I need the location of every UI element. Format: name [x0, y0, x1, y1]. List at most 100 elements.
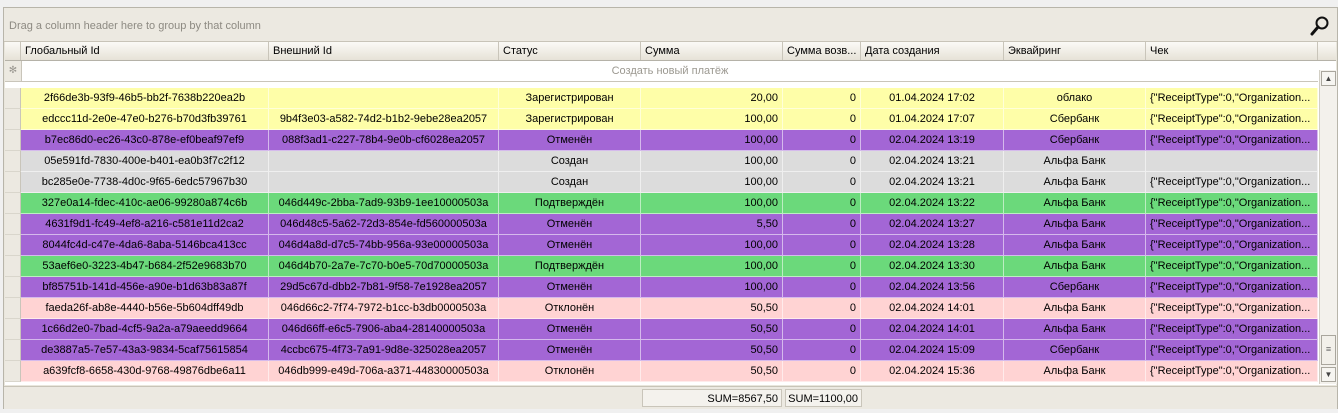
table-row[interactable]: bf85751b-141d-456e-a90e-b1d63b83a87f 29d5…: [5, 277, 1318, 298]
cell-created-date[interactable]: 02.04.2024 13:28: [861, 235, 1004, 256]
cell-global-id[interactable]: 327e0a14-fdec-410c-ae06-99280a874c6b: [21, 193, 269, 214]
cell-status[interactable]: Отменён: [499, 214, 641, 235]
column-header-refund-amount[interactable]: Сумма возв...: [783, 42, 861, 60]
cell-status[interactable]: Создан: [499, 151, 641, 172]
cell-amount[interactable]: 50,50: [641, 298, 783, 319]
cell-external-id[interactable]: 046d4b70-2a7e-7c70-b0e5-70d70000503a: [269, 256, 499, 277]
row-indicator[interactable]: [5, 88, 21, 109]
cell-acquiring[interactable]: Альфа Банк: [1004, 319, 1146, 340]
cell-receipt[interactable]: {"ReceiptType":0,"Organization...: [1146, 172, 1318, 193]
cell-acquiring[interactable]: Сбербанк: [1004, 130, 1146, 151]
cell-status[interactable]: Зарегистрирован: [499, 109, 641, 130]
row-indicator[interactable]: [5, 340, 21, 361]
cell-refund-amount[interactable]: 0: [783, 172, 861, 193]
cell-status[interactable]: Отменён: [499, 340, 641, 361]
cell-refund-amount[interactable]: 0: [783, 109, 861, 130]
cell-acquiring[interactable]: Альфа Банк: [1004, 172, 1146, 193]
table-row[interactable]: bc285e0e-7738-4d0c-9f65-6edc57967b30 Созд…: [5, 172, 1318, 193]
cell-status[interactable]: Отменён: [499, 319, 641, 340]
cell-refund-amount[interactable]: 0: [783, 277, 861, 298]
cell-acquiring[interactable]: Сбербанк: [1004, 340, 1146, 361]
search-icon[interactable]: [1309, 15, 1331, 37]
row-indicator[interactable]: [5, 151, 21, 172]
cell-global-id[interactable]: edccc11d-2e0e-47e0-b276-b70d3fb39761: [21, 109, 269, 130]
row-indicator[interactable]: [5, 235, 21, 256]
cell-amount[interactable]: 100,00: [641, 193, 783, 214]
cell-receipt[interactable]: {"ReceiptType":0,"Organization...: [1146, 214, 1318, 235]
cell-global-id[interactable]: 8044fc4d-c47e-4da6-8aba-5146bca413cc: [21, 235, 269, 256]
cell-receipt[interactable]: {"ReceiptType":0,"Organization...: [1146, 319, 1318, 340]
cell-created-date[interactable]: 02.04.2024 13:56: [861, 277, 1004, 298]
column-header-status[interactable]: Статус: [499, 42, 641, 60]
cell-acquiring[interactable]: Альфа Банк: [1004, 151, 1146, 172]
cell-refund-amount[interactable]: 0: [783, 235, 861, 256]
cell-acquiring[interactable]: облако: [1004, 88, 1146, 109]
cell-created-date[interactable]: 01.04.2024 17:02: [861, 88, 1004, 109]
cell-acquiring[interactable]: Сбербанк: [1004, 277, 1146, 298]
cell-global-id[interactable]: 05e591fd-7830-400e-b401-ea0b3f7c2f12: [21, 151, 269, 172]
new-payment-placeholder[interactable]: Создать новый платёж: [22, 61, 1318, 81]
row-indicator[interactable]: [5, 109, 21, 130]
cell-status[interactable]: Подтверждён: [499, 193, 641, 214]
cell-acquiring[interactable]: Альфа Банк: [1004, 214, 1146, 235]
cell-receipt[interactable]: {"ReceiptType":0,"Organization...: [1146, 277, 1318, 298]
cell-created-date[interactable]: 02.04.2024 15:09: [861, 340, 1004, 361]
cell-global-id[interactable]: de3887a5-7e57-43a3-9834-5caf75615854: [21, 340, 269, 361]
column-header-amount[interactable]: Сумма: [641, 42, 783, 60]
column-header-external-id[interactable]: Внешний Id: [269, 42, 499, 60]
cell-status[interactable]: Отклонён: [499, 298, 641, 319]
table-row[interactable]: 1c66d2e0-7bad-4cf5-9a2a-a79aeedd9664 046d…: [5, 319, 1318, 340]
column-header-global-id[interactable]: Глобальный Id: [21, 42, 269, 60]
cell-acquiring[interactable]: Альфа Банк: [1004, 298, 1146, 319]
row-indicator[interactable]: [5, 172, 21, 193]
cell-global-id[interactable]: 53aef6e0-3223-4b47-b684-2f52e9683b70: [21, 256, 269, 277]
cell-status[interactable]: Отменён: [499, 235, 641, 256]
cell-refund-amount[interactable]: 0: [783, 319, 861, 340]
scroll-down-icon[interactable]: ▼: [1321, 367, 1336, 382]
cell-receipt[interactable]: [1146, 151, 1318, 172]
cell-refund-amount[interactable]: 0: [783, 88, 861, 109]
row-indicator[interactable]: [5, 277, 21, 298]
row-indicator[interactable]: [5, 319, 21, 340]
cell-external-id[interactable]: 046d4a8d-d7c5-74bb-956a-93e00000503a: [269, 235, 499, 256]
cell-status[interactable]: Подтверждён: [499, 256, 641, 277]
cell-created-date[interactable]: 02.04.2024 13:21: [861, 151, 1004, 172]
cell-acquiring[interactable]: Альфа Банк: [1004, 193, 1146, 214]
cell-global-id[interactable]: bf85751b-141d-456e-a90e-b1d63b83a87f: [21, 277, 269, 298]
cell-refund-amount[interactable]: 0: [783, 361, 861, 382]
cell-created-date[interactable]: 02.04.2024 13:22: [861, 193, 1004, 214]
table-row[interactable]: b7ec86d0-ec26-43c0-878e-ef0beaf97ef9 088f…: [5, 130, 1318, 151]
cell-external-id[interactable]: 046db999-e49d-706a-a371-44830000503a: [269, 361, 499, 382]
cell-amount[interactable]: 100,00: [641, 130, 783, 151]
row-indicator[interactable]: [5, 130, 21, 151]
cell-refund-amount[interactable]: 0: [783, 130, 861, 151]
cell-external-id[interactable]: 4ccbc675-4f73-7a91-9d8e-325028ea2057: [269, 340, 499, 361]
cell-receipt[interactable]: {"ReceiptType":0,"Organization...: [1146, 235, 1318, 256]
table-row[interactable]: 4631f9d1-fc49-4ef8-a216-c581e11d2ca2 046d…: [5, 214, 1318, 235]
cell-global-id[interactable]: 4631f9d1-fc49-4ef8-a216-c581e11d2ca2: [21, 214, 269, 235]
column-header-receipt[interactable]: Чек: [1146, 42, 1318, 60]
cell-acquiring[interactable]: Альфа Банк: [1004, 361, 1146, 382]
cell-global-id[interactable]: 2f66de3b-93f9-46b5-bb2f-7638b220ea2b: [21, 88, 269, 109]
cell-acquiring[interactable]: Альфа Банк: [1004, 256, 1146, 277]
cell-refund-amount[interactable]: 0: [783, 193, 861, 214]
cell-external-id[interactable]: [269, 172, 499, 193]
cell-status[interactable]: Зарегистрирован: [499, 88, 641, 109]
cell-refund-amount[interactable]: 0: [783, 214, 861, 235]
cell-status[interactable]: Отклонён: [499, 361, 641, 382]
table-row[interactable]: de3887a5-7e57-43a3-9834-5caf75615854 4ccb…: [5, 340, 1318, 361]
table-row[interactable]: 53aef6e0-3223-4b47-b684-2f52e9683b70 046d…: [5, 256, 1318, 277]
cell-global-id[interactable]: 1c66d2e0-7bad-4cf5-9a2a-a79aeedd9664: [21, 319, 269, 340]
table-row[interactable]: edccc11d-2e0e-47e0-b276-b70d3fb39761 9b4f…: [5, 109, 1318, 130]
cell-created-date[interactable]: 02.04.2024 15:36: [861, 361, 1004, 382]
table-row[interactable]: faeda26f-ab8e-4440-b56e-5b604dff49db 046d…: [5, 298, 1318, 319]
cell-external-id[interactable]: 046d66c2-7f74-7972-b1cc-b3db0000503a: [269, 298, 499, 319]
cell-refund-amount[interactable]: 0: [783, 256, 861, 277]
cell-created-date[interactable]: 02.04.2024 14:01: [861, 298, 1004, 319]
cell-receipt[interactable]: {"ReceiptType":0,"Organization...: [1146, 130, 1318, 151]
cell-amount[interactable]: 20,00: [641, 88, 783, 109]
cell-external-id[interactable]: 046d66ff-e6c5-7906-aba4-28140000503a: [269, 319, 499, 340]
cell-refund-amount[interactable]: 0: [783, 298, 861, 319]
cell-amount[interactable]: 5,50: [641, 214, 783, 235]
row-indicator[interactable]: [5, 298, 21, 319]
